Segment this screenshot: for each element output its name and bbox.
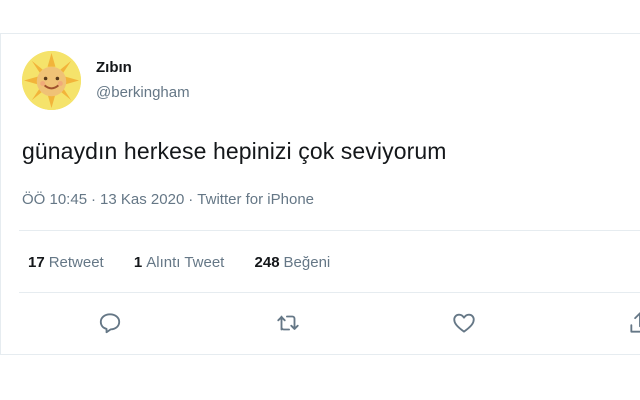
tweet-stats: 17 Retweet 1 Alıntı Tweet 248 Beğeni bbox=[28, 254, 356, 271]
quotes-stat[interactable]: 1 Alıntı Tweet bbox=[134, 254, 224, 271]
divider bbox=[19, 230, 640, 231]
retweet-button[interactable] bbox=[275, 310, 301, 336]
meta-separator: · bbox=[188, 191, 194, 208]
display-name[interactable]: Zıbın bbox=[96, 59, 132, 76]
tweet-date[interactable]: 13 Kas 2020 bbox=[100, 191, 184, 208]
share-icon bbox=[630, 312, 640, 333]
tweet-meta: ÖÖ 10:45 · 13 Kas 2020 · Twitter for iPhone bbox=[22, 191, 314, 208]
avatar[interactable] bbox=[22, 51, 81, 110]
tweet-card: Zıbın @berkingham günaydın herkese hepin… bbox=[0, 33, 640, 355]
meta-separator: · bbox=[91, 191, 97, 208]
like-icon bbox=[453, 313, 475, 333]
retweets-count: 17 bbox=[28, 254, 45, 271]
sun-baby-icon bbox=[22, 51, 81, 110]
retweets-stat[interactable]: 17 Retweet bbox=[28, 254, 104, 271]
share-button[interactable] bbox=[627, 310, 640, 336]
tweet-source[interactable]: Twitter for iPhone bbox=[197, 191, 314, 208]
user-handle[interactable]: @berkingham bbox=[96, 84, 190, 101]
tweet-text: günaydın herkese hepinizi çok seviyorum bbox=[22, 138, 447, 164]
quotes-label: Alıntı Tweet bbox=[146, 254, 225, 271]
likes-stat[interactable]: 248 Beğeni bbox=[255, 254, 331, 271]
retweets-label: Retweet bbox=[48, 254, 104, 271]
divider bbox=[19, 292, 640, 293]
quotes-count: 1 bbox=[133, 254, 143, 271]
likes-count: 248 bbox=[254, 254, 280, 271]
tweet-time[interactable]: ÖÖ 10:45 bbox=[22, 191, 87, 208]
reply-button[interactable] bbox=[97, 310, 123, 336]
like-button[interactable] bbox=[451, 310, 477, 336]
retweet-icon bbox=[277, 315, 299, 331]
reply-icon bbox=[99, 313, 121, 334]
likes-label: Beğeni bbox=[283, 254, 331, 271]
